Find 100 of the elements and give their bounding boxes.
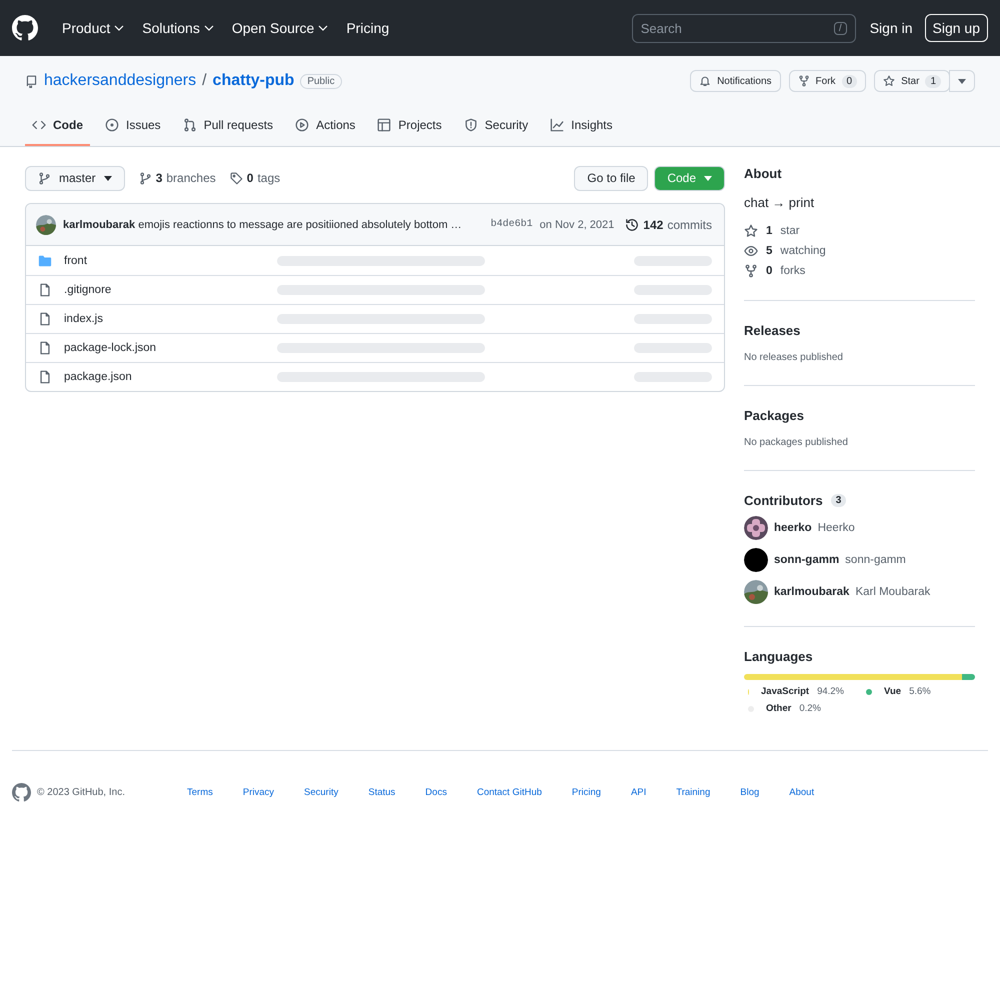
branches-link[interactable]: 3 branches <box>138 171 216 185</box>
about-heading: About <box>744 166 783 181</box>
tag-icon <box>230 172 243 184</box>
sign-in-link[interactable]: Sign in <box>870 20 913 36</box>
file-icon <box>38 283 52 297</box>
shield-icon <box>464 118 478 132</box>
releases-note: No releases published <box>744 352 844 363</box>
branch-icon <box>38 172 51 184</box>
footer-link[interactable]: Training <box>676 787 710 798</box>
repo-tab[interactable]: Actions <box>288 110 362 146</box>
chevron-down-icon <box>114 25 124 31</box>
footer-link[interactable]: Docs <box>425 787 447 798</box>
languages-heading: Languages <box>744 649 814 664</box>
packages-note: No packages published <box>744 437 849 448</box>
caret-icon <box>958 78 966 84</box>
footer-link[interactable]: Security <box>304 787 338 798</box>
tags-link[interactable]: 0 tags <box>230 171 280 185</box>
star-dropdown-button[interactable] <box>949 70 975 92</box>
repo-tab[interactable]: Insights <box>543 110 620 146</box>
path-separator: / <box>202 72 207 90</box>
fork-icon <box>744 264 758 278</box>
play-icon <box>295 118 310 132</box>
issue-icon <box>105 118 119 132</box>
caret-icon <box>104 176 112 180</box>
fork-icon <box>798 75 810 87</box>
chevron-down-icon <box>204 25 214 31</box>
avatar-icon <box>744 580 768 604</box>
contributor-link[interactable]: heerko Heerko <box>744 516 975 540</box>
table-icon <box>377 118 392 132</box>
contributor-link[interactable]: sonn-gamm sonn-gamm <box>744 548 975 572</box>
github-logo-icon[interactable] <box>12 15 38 41</box>
repo-stat-link[interactable]: 5 watching <box>744 244 975 258</box>
nav-menu[interactable]: Open Source <box>232 20 328 36</box>
nav-menu[interactable]: Pricing <box>346 20 390 36</box>
footer-link[interactable]: Contact GitHub <box>476 787 542 798</box>
folder-icon <box>38 254 52 268</box>
file-link[interactable]: package.json <box>64 371 277 383</box>
language-link[interactable]: JavaScript 94.2% <box>744 686 844 697</box>
footer-link[interactable]: API <box>630 787 646 798</box>
search-field[interactable]: Search / <box>632 14 856 42</box>
copyright-text: © 2023 GitHub, Inc. <box>37 787 126 798</box>
history-icon <box>625 218 640 232</box>
branch-select-button[interactable]: master <box>25 166 125 190</box>
releases-heading[interactable]: Releases <box>744 323 975 338</box>
footer-link[interactable]: Terms <box>187 787 213 798</box>
star-icon <box>883 75 896 87</box>
contributors-heading[interactable]: Contributors <box>744 493 823 508</box>
code-icon <box>32 118 46 132</box>
file-icon <box>38 370 52 384</box>
avatar-icon <box>744 548 768 572</box>
contributors-count: 3 <box>830 494 846 507</box>
language-link[interactable]: Other 0.2% <box>744 703 844 714</box>
sign-up-button[interactable]: Sign up <box>924 14 988 42</box>
repo-tab[interactable]: Security <box>456 110 536 146</box>
nav-menu[interactable]: Product <box>62 20 124 36</box>
footer-link[interactable]: About <box>789 787 814 798</box>
footer-link[interactable]: Privacy <box>242 787 274 798</box>
caret-icon <box>704 176 712 180</box>
branch-icon <box>138 172 152 184</box>
file-link[interactable]: .gitignore <box>64 284 277 296</box>
commits-link[interactable]: 142 commits <box>625 218 712 232</box>
avatar-icon <box>744 516 768 540</box>
file-link[interactable]: index.js <box>64 313 277 325</box>
file-icon <box>38 312 52 326</box>
bell-icon <box>699 75 712 87</box>
notifications-button[interactable]: Notifications <box>690 70 781 92</box>
fork-button[interactable]: Fork 0 <box>788 70 866 92</box>
commit-message[interactable]: karlmoubarak emojis reactionns to message are positiioned absolutely bottom … <box>63 218 462 230</box>
packages-heading[interactable]: Packages <box>744 408 975 423</box>
footer-link[interactable]: Pricing <box>572 787 601 798</box>
commit-date: on Nov 2, 2021 <box>540 218 614 230</box>
repo-tab[interactable]: Code <box>25 110 90 146</box>
repo-tab[interactable]: Projects <box>370 110 449 146</box>
commit-sha[interactable]: b4de6b1 <box>490 219 533 230</box>
folder-link[interactable]: front <box>64 254 277 266</box>
go-to-file-button[interactable]: Go to file <box>574 166 648 190</box>
contributor-link[interactable]: karlmoubarak Karl Moubarak <box>744 580 975 604</box>
search-placeholder: Search <box>640 20 682 36</box>
repo-description: chat → print <box>744 195 816 210</box>
file-link[interactable]: package-lock.json <box>64 342 277 354</box>
graph-icon <box>550 118 564 132</box>
shortcut-key: / <box>834 22 847 34</box>
star-icon <box>744 224 758 238</box>
repo-tab[interactable]: Pull requests <box>176 110 280 146</box>
chevron-down-icon <box>318 25 328 31</box>
repo-icon <box>25 74 38 88</box>
eye-icon <box>744 244 758 258</box>
nav-menu[interactable]: Solutions <box>142 20 214 36</box>
pull-request-icon <box>182 118 197 132</box>
repo-stat-link[interactable]: 1 star <box>744 224 975 238</box>
footer-link[interactable]: Blog <box>740 787 760 798</box>
visibility-label: Public <box>300 74 342 88</box>
repo-tab[interactable]: Issues <box>98 110 168 146</box>
avatar-icon <box>36 214 56 234</box>
owner-link[interactable]: hackersanddesigners <box>44 72 196 90</box>
footer-link[interactable]: Status <box>368 787 396 798</box>
repo-stat-link[interactable]: 0 forks <box>744 264 975 278</box>
repo-name-link[interactable]: chatty-pub <box>212 72 294 90</box>
star-button[interactable]: Star 1 <box>874 70 950 92</box>
language-link[interactable]: Vue 5.6% <box>862 686 931 697</box>
